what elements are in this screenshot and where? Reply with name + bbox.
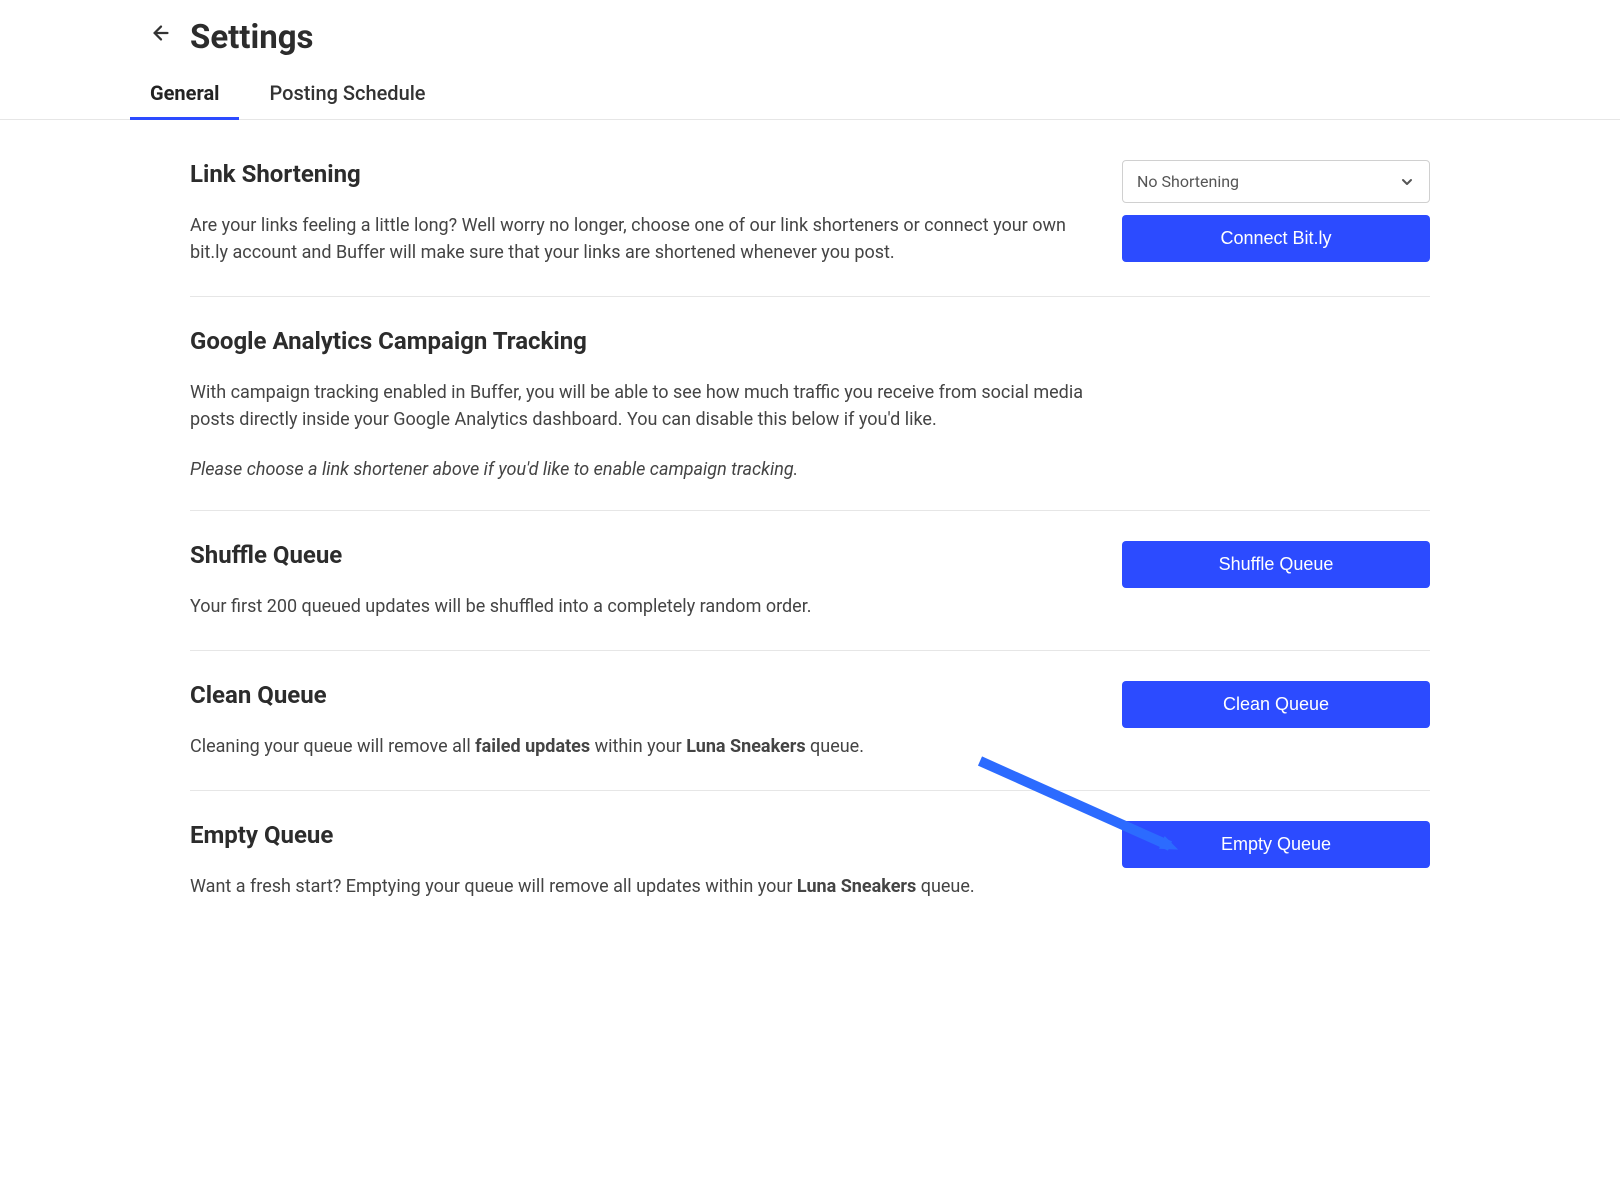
section-title-link-shortening: Link Shortening — [190, 160, 1092, 188]
section-title-clean-queue: Clean Queue — [190, 681, 1092, 709]
page-title: Settings — [190, 18, 314, 57]
clean-queue-strong-account: Luna Sneakers — [686, 736, 805, 757]
select-value: No Shortening — [1137, 172, 1239, 191]
tab-posting-schedule[interactable]: Posting Schedule — [269, 81, 425, 119]
tabs-bar: General Posting Schedule — [150, 81, 1470, 120]
section-desc-ga-tracking: With campaign tracking enabled in Buffer… — [190, 379, 1092, 433]
tab-general[interactable]: General — [150, 81, 219, 119]
chevron-down-icon — [1399, 174, 1415, 190]
section-ga-tracking: Google Analytics Campaign Tracking With … — [190, 296, 1430, 510]
back-arrow-icon[interactable] — [150, 22, 172, 50]
section-desc-clean-queue: Cleaning your queue will remove all fail… — [190, 733, 1092, 760]
link-shortening-select[interactable]: No Shortening — [1122, 160, 1430, 203]
section-title-shuffle-queue: Shuffle Queue — [190, 541, 1092, 569]
section-empty-queue: Empty Queue Want a fresh start? Emptying… — [190, 790, 1430, 930]
empty-queue-desc-pre: Want a fresh start? Emptying your queue … — [190, 876, 797, 897]
empty-queue-button[interactable]: Empty Queue — [1122, 821, 1430, 868]
section-title-empty-queue: Empty Queue — [190, 821, 1092, 849]
connect-bitly-button[interactable]: Connect Bit.ly — [1122, 215, 1430, 262]
section-link-shortening: Link Shortening Are your links feeling a… — [190, 160, 1430, 296]
empty-queue-desc-post: queue. — [916, 876, 974, 897]
empty-queue-strong-account: Luna Sneakers — [797, 876, 916, 897]
section-shuffle-queue: Shuffle Queue Your first 200 queued upda… — [190, 510, 1430, 650]
section-title-ga-tracking: Google Analytics Campaign Tracking — [190, 327, 1092, 355]
section-desc-empty-queue: Want a fresh start? Emptying your queue … — [190, 873, 1092, 900]
clean-queue-desc-mid: within your — [590, 736, 686, 757]
section-note-ga-tracking: Please choose a link shortener above if … — [190, 459, 1092, 480]
section-desc-shuffle-queue: Your first 200 queued updates will be sh… — [190, 593, 1092, 620]
shuffle-queue-button[interactable]: Shuffle Queue — [1122, 541, 1430, 588]
section-desc-link-shortening: Are your links feeling a little long? We… — [190, 212, 1092, 266]
clean-queue-strong-failed: failed updates — [475, 736, 590, 757]
clean-queue-desc-pre: Cleaning your queue will remove all — [190, 736, 475, 757]
clean-queue-button[interactable]: Clean Queue — [1122, 681, 1430, 728]
clean-queue-desc-post: queue. — [806, 736, 864, 757]
section-clean-queue: Clean Queue Cleaning your queue will rem… — [190, 650, 1430, 790]
